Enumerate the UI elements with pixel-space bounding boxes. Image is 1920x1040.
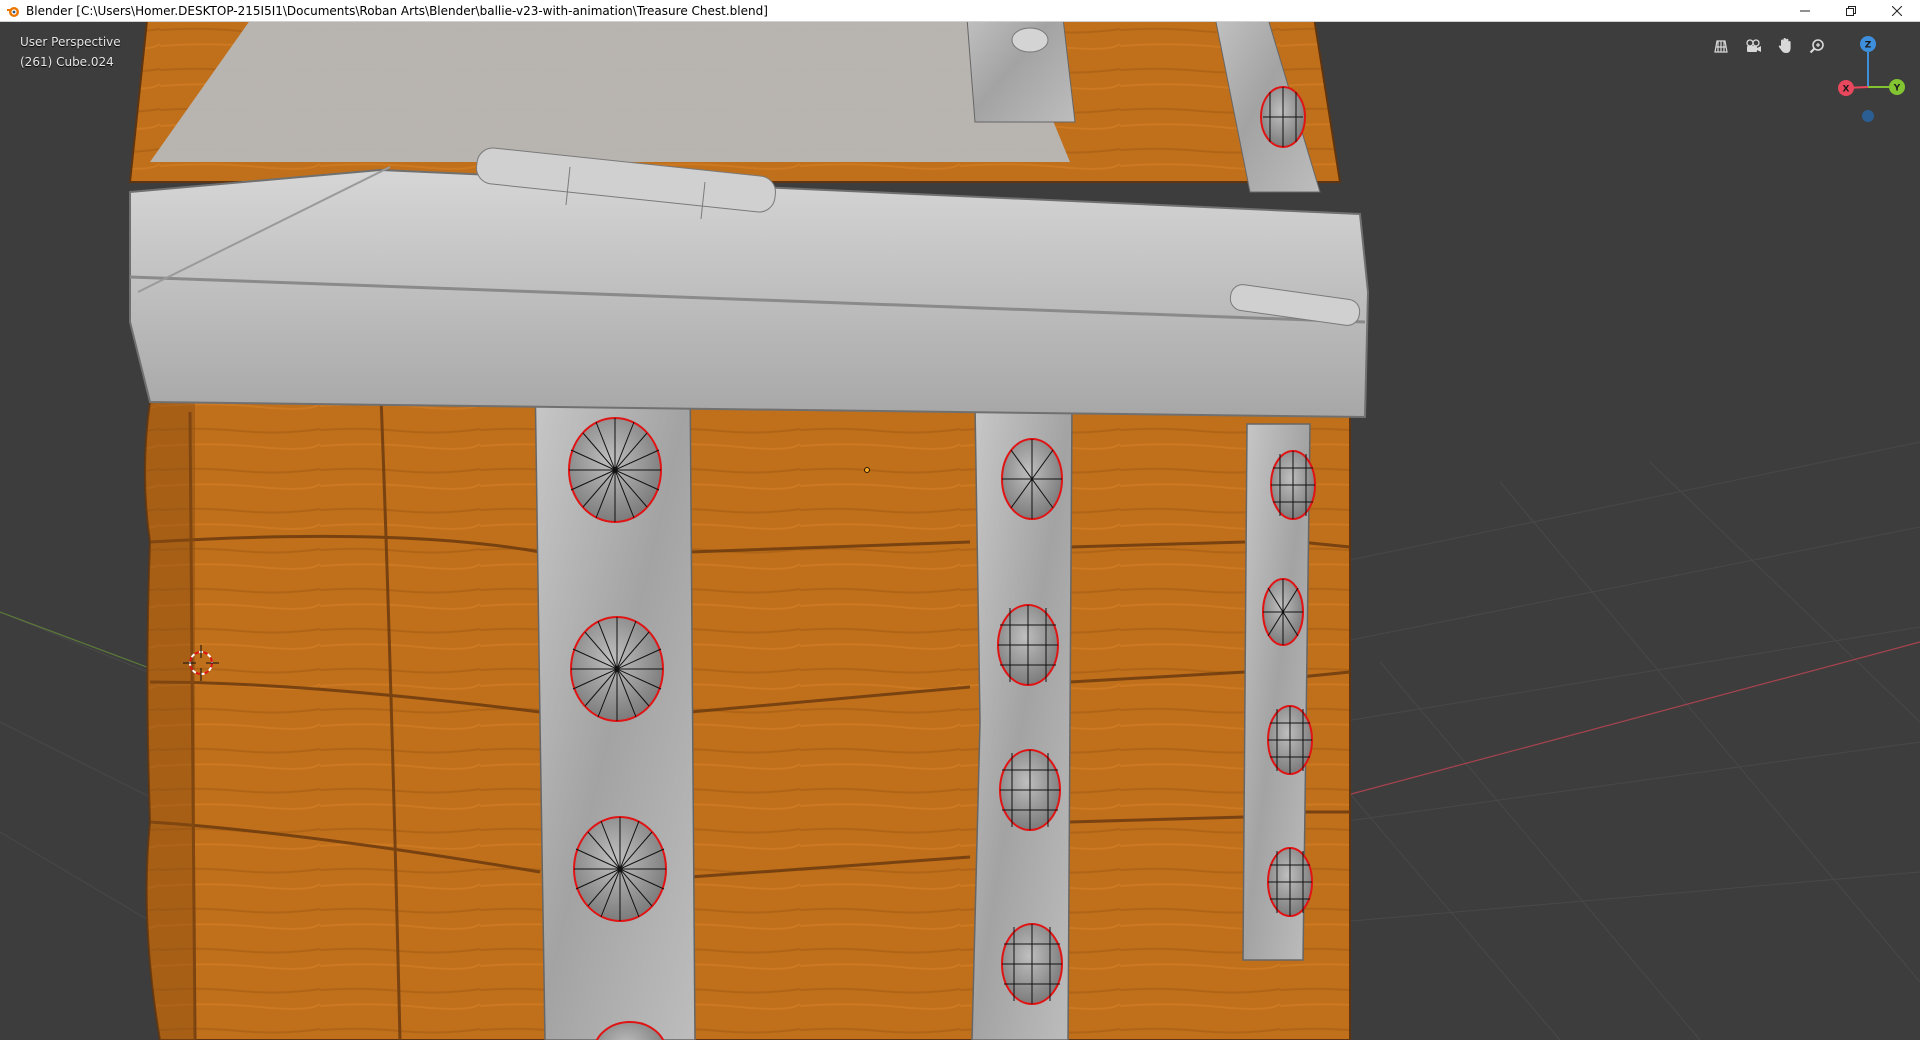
negative-z-axis-handle[interactable] [1862, 110, 1874, 122]
grid-icon [1714, 40, 1728, 53]
stud[interactable] [1001, 438, 1063, 520]
navigation-gizmo[interactable]: Z Y X [1816, 32, 1906, 122]
stud[interactable] [997, 604, 1059, 686]
stud[interactable] [573, 816, 667, 922]
chest-body[interactable] [144, 371, 1351, 1040]
svg-text:Z: Z [1865, 41, 1872, 51]
x-axis-handle[interactable]: X [1838, 80, 1854, 96]
object-origin [864, 467, 870, 473]
restore-icon [1846, 6, 1856, 16]
restore-button[interactable] [1828, 0, 1874, 22]
stud[interactable] [1262, 578, 1304, 646]
view-name: User Perspective [20, 35, 121, 49]
object-info: (261) Cube.024 [20, 55, 114, 69]
blender-icon [7, 6, 19, 17]
stud[interactable] [999, 749, 1061, 831]
y-axis-line [0, 611, 161, 673]
minimize-icon [1800, 10, 1810, 12]
chest-lid[interactable] [128, 22, 1370, 419]
svg-text:X: X [1843, 85, 1850, 95]
stud[interactable] [570, 616, 664, 722]
window-title: Blender [C:\Users\Homer.DESKTOP-215I5I1\… [26, 3, 768, 18]
close-icon [1892, 6, 1902, 16]
window-controls [1782, 0, 1920, 22]
camera-icon [1746, 39, 1761, 52]
z-axis-handle[interactable]: Z [1860, 36, 1876, 52]
y-axis-handle[interactable]: Y [1889, 79, 1905, 95]
stud[interactable] [568, 417, 662, 523]
viewport-info: User Perspective (261) Cube.024 [20, 32, 121, 72]
pan-view-button[interactable] [1772, 34, 1798, 58]
title-bar: Blender [C:\Users\Homer.DESKTOP-215I5I1\… [0, 0, 1920, 22]
toggle-quad-view-button[interactable] [1708, 34, 1734, 58]
stud[interactable] [1267, 705, 1313, 775]
stud[interactable] [1267, 847, 1313, 917]
3d-viewport[interactable]: User Perspective (261) Cube.024 Z Y X [0, 22, 1920, 1040]
blender-window: Blender [C:\Users\Homer.DESKTOP-215I5I1\… [0, 0, 1920, 1040]
minimize-button[interactable] [1782, 0, 1828, 22]
stud[interactable] [1270, 450, 1316, 520]
camera-view-button[interactable] [1740, 34, 1766, 58]
viewport-scene[interactable] [0, 22, 1920, 1040]
hand-icon [1778, 38, 1791, 53]
navigation-tools [1708, 34, 1830, 58]
svg-text:Y: Y [1893, 84, 1901, 94]
x-axis-line [1339, 641, 1920, 798]
close-button[interactable] [1874, 0, 1920, 22]
stud[interactable] [1001, 923, 1063, 1005]
